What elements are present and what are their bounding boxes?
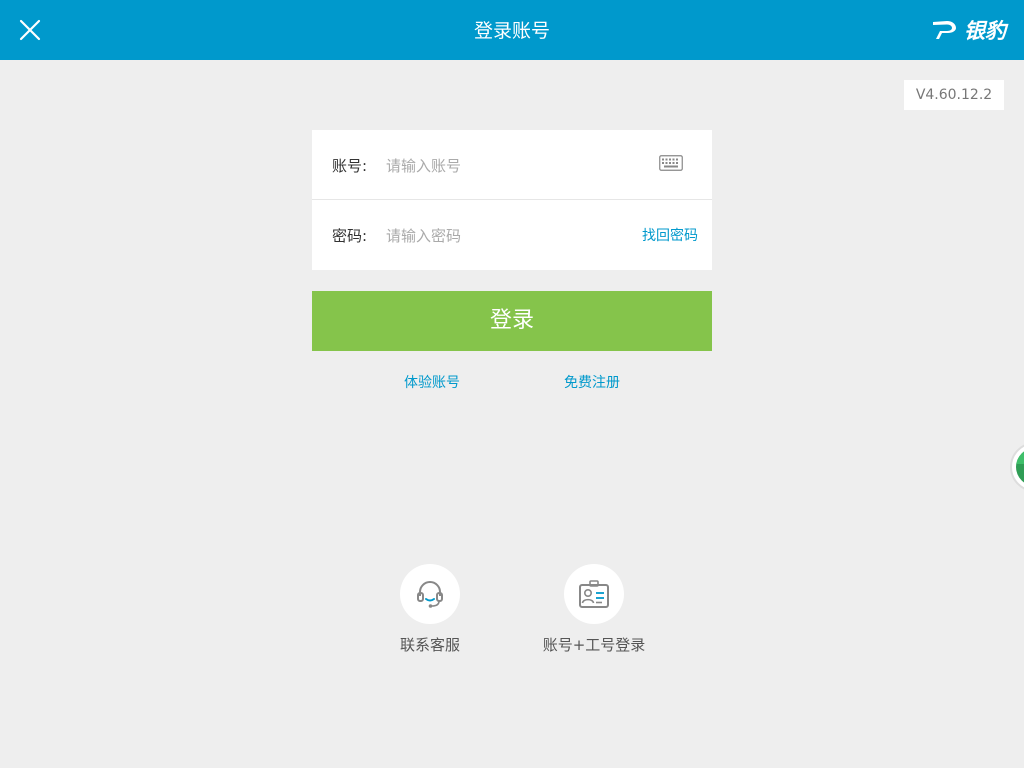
password-row: 密码: 找回密码 [312,200,712,270]
login-button[interactable]: 登录 [312,291,712,351]
password-input[interactable] [386,220,636,252]
brand-name: 银豹 [964,19,1006,43]
title-bar: 登录账号 银豹 [0,0,1024,60]
login-form: 账号: 密码: 找回密码 [312,130,712,270]
staff-login-button[interactable]: 账号+工号登录 [534,564,654,664]
password-label: 密码: [332,227,368,245]
version-badge: V4.60.12.2 [904,80,1004,110]
brand-logo: 银豹 [930,14,1006,46]
staff-login-label: 账号+工号登录 [542,636,646,654]
keyboard-button[interactable] [659,155,683,171]
leopard-logo-icon [933,21,956,39]
account-row: 账号: [312,130,712,200]
close-button[interactable] [14,14,46,46]
floating-ball[interactable]: 5 [1010,442,1024,492]
forgot-password-link[interactable]: 找回密码 [642,200,698,270]
contact-service-icon-circle [400,564,460,624]
page-title: 登录账号 [473,20,550,42]
contact-service-label: 联系客服 [399,636,460,654]
account-label: 账号: [332,157,368,175]
trial-account-link[interactable]: 体验账号 [404,372,460,394]
close-icon [19,19,41,41]
account-input[interactable] [386,150,636,182]
headset-icon [417,580,443,608]
id-badge-icon [579,580,609,608]
floating-ball-icon: 5 [1010,442,1024,492]
keyboard-icon [659,155,683,171]
contact-service-button[interactable]: 联系客服 [370,564,490,664]
staff-login-icon-circle [564,564,624,624]
free-register-link[interactable]: 免费注册 [564,372,620,394]
